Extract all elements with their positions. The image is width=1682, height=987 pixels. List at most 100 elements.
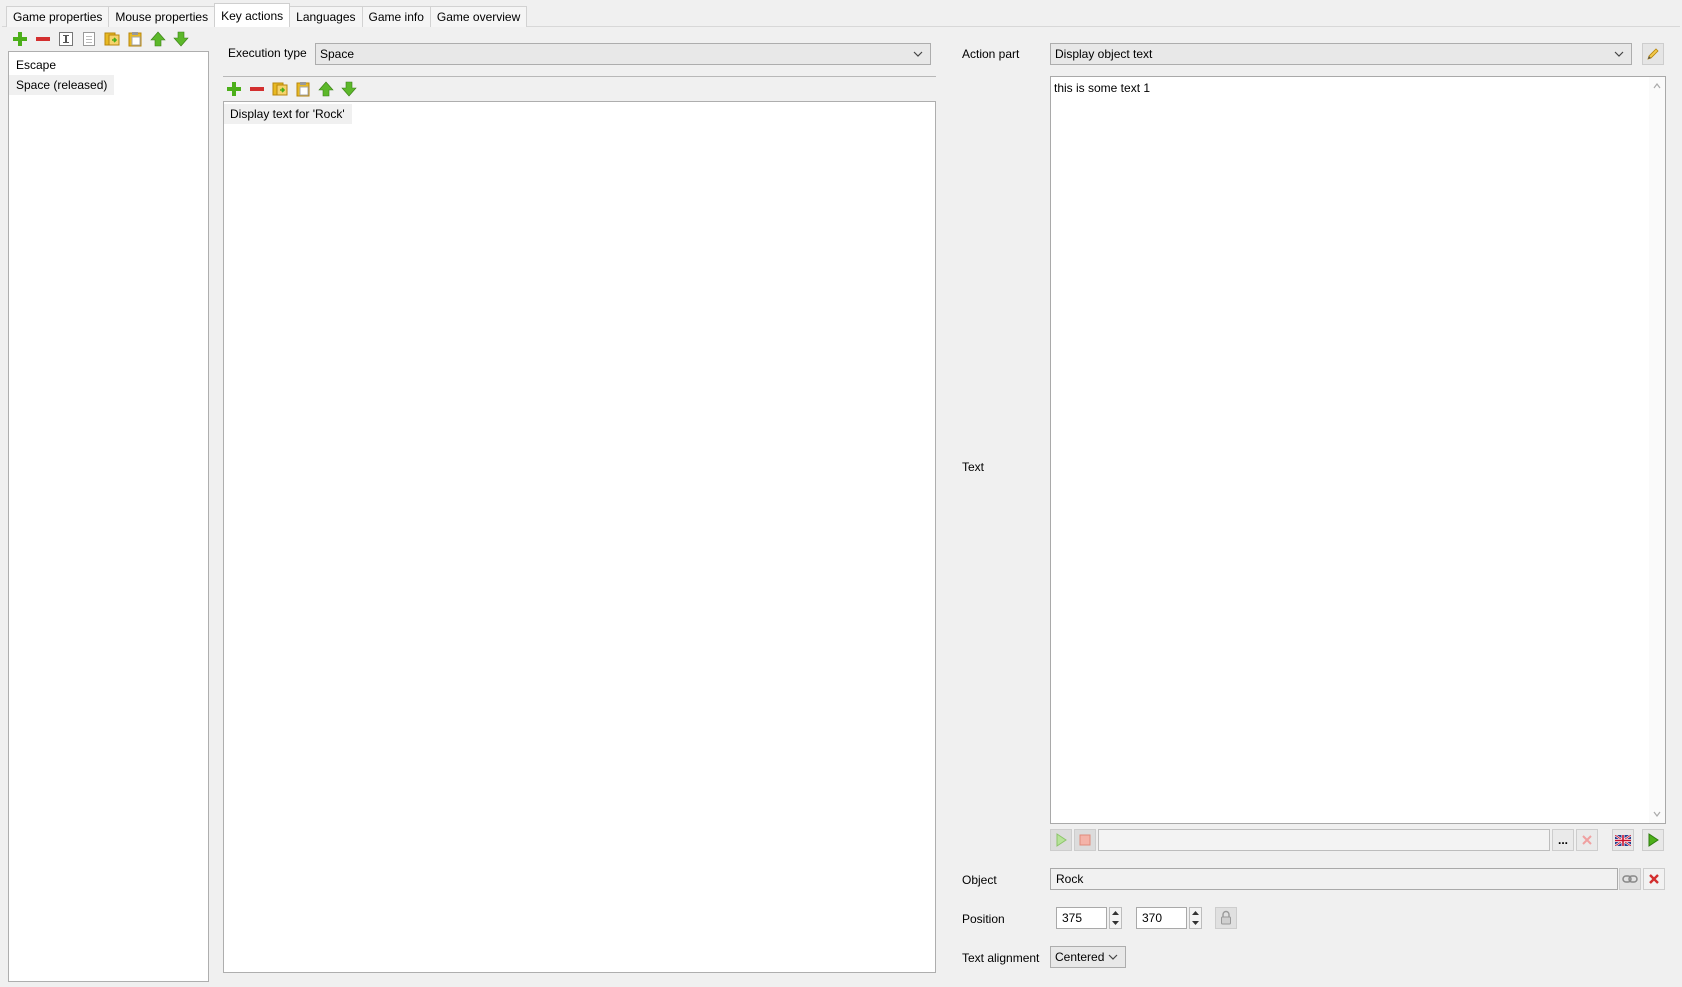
text-area[interactable]: this is some text 1 [1050, 76, 1666, 824]
key-list-toolbar [10, 29, 190, 48]
play-icon [1056, 833, 1067, 847]
position-y-input[interactable]: 370 [1136, 907, 1187, 929]
tab-label: Game properties [13, 10, 103, 24]
edit-action-part-button[interactable] [1642, 43, 1664, 65]
audio-path-input[interactable] [1098, 829, 1550, 851]
rename-key-button[interactable] [56, 29, 75, 48]
decrement-button[interactable] [1110, 918, 1121, 928]
move-action-down-button[interactable] [339, 79, 358, 98]
tab-label: Languages [296, 10, 356, 24]
increment-button[interactable] [1190, 908, 1201, 918]
actions-toolbar [224, 79, 358, 98]
link-icon [1622, 875, 1638, 883]
browse-audio-button[interactable]: ... [1552, 829, 1574, 851]
list-item[interactable]: Escape [9, 55, 63, 75]
text-alignment-label: Text alignment [962, 951, 1040, 965]
position-x-stepper[interactable] [1109, 907, 1122, 929]
paste-icon [128, 31, 141, 46]
action-part-value: Display object text [1055, 47, 1153, 61]
preview-text-button[interactable] [1642, 829, 1664, 851]
lock-icon [1221, 910, 1231, 925]
execution-type-value: Space [320, 47, 355, 61]
list-item[interactable]: Space (released) [9, 75, 115, 95]
tab-label: Game overview [436, 10, 521, 24]
position-label: Position [962, 912, 1005, 926]
key-list[interactable]: Escape Space (released) [8, 51, 209, 982]
triangle-up-icon [1192, 911, 1199, 915]
language-flag-button[interactable] [1612, 829, 1634, 851]
chevron-down-icon [1614, 51, 1624, 57]
text-area-value: this is some text 1 [1054, 81, 1151, 95]
add-action-button[interactable] [224, 79, 243, 98]
play-icon [1648, 833, 1659, 847]
position-x-input[interactable]: 375 [1056, 907, 1107, 929]
decrement-button[interactable] [1190, 918, 1201, 928]
execution-type-select[interactable]: Space [315, 43, 931, 65]
position-y-stepper[interactable] [1189, 907, 1202, 929]
object-input[interactable]: Rock [1050, 868, 1618, 890]
stop-audio-button[interactable] [1074, 829, 1096, 851]
move-key-down-button[interactable] [171, 29, 190, 48]
triangle-up-icon [1112, 911, 1119, 915]
pick-position-button[interactable] [1215, 907, 1237, 929]
tab-game-info[interactable]: Game info [361, 6, 431, 27]
clear-audio-button[interactable] [1576, 829, 1598, 851]
object-label: Object [962, 873, 997, 887]
move-action-up-button[interactable] [316, 79, 335, 98]
copy-icon [104, 32, 119, 45]
paste-icon [296, 81, 309, 96]
tab-mouse-properties[interactable]: Mouse properties [108, 6, 216, 27]
list-item[interactable]: Display text for 'Rock' [224, 104, 352, 124]
play-audio-button[interactable] [1050, 829, 1072, 851]
copy-action-button[interactable] [270, 79, 289, 98]
plus-icon [226, 81, 241, 96]
text-area-scrollbar[interactable] [1649, 77, 1665, 823]
arrow-up-icon [317, 81, 334, 96]
chevron-down-icon [913, 51, 923, 57]
text-label: Text [962, 460, 985, 474]
tab-label: Mouse properties [115, 10, 209, 24]
minus-icon [249, 86, 264, 91]
tab-bar: Game properties Mouse properties Key act… [6, 3, 528, 27]
minus-icon [35, 36, 50, 41]
execution-type-label: Execution type [228, 46, 307, 60]
stop-icon [1079, 834, 1091, 846]
position-x-value: 375 [1062, 911, 1083, 925]
tab-game-overview[interactable]: Game overview [429, 6, 528, 27]
arrow-down-icon [172, 31, 189, 46]
text-alignment-select[interactable]: Centered [1050, 946, 1126, 968]
copy-icon [272, 82, 287, 95]
duplicate-key-button[interactable] [79, 29, 98, 48]
link-object-button[interactable] [1619, 868, 1641, 890]
browse-label: ... [1557, 833, 1568, 847]
paste-key-button[interactable] [125, 29, 144, 48]
actions-list[interactable]: Display text for 'Rock' [223, 101, 936, 973]
add-key-button[interactable] [10, 29, 29, 48]
rename-icon [58, 31, 73, 46]
position-y-value: 370 [1142, 911, 1163, 925]
object-value: Rock [1056, 872, 1084, 886]
tab-key-actions[interactable]: Key actions [214, 3, 291, 27]
uk-flag-icon [1615, 834, 1631, 846]
action-part-select[interactable]: Display object text [1050, 43, 1632, 65]
paste-action-button[interactable] [293, 79, 312, 98]
remove-key-button[interactable] [33, 29, 52, 48]
tab-languages[interactable]: Languages [289, 6, 363, 27]
remove-action-button[interactable] [247, 79, 266, 98]
tab-label: Game info [368, 10, 424, 24]
arrow-down-icon [340, 81, 357, 96]
action-part-label: Action part [962, 47, 1020, 61]
chevron-down-icon [1653, 811, 1661, 817]
divider [223, 76, 936, 77]
clear-object-button[interactable] [1643, 868, 1665, 890]
increment-button[interactable] [1110, 908, 1121, 918]
chevron-up-icon [1653, 83, 1661, 89]
tab-label: Key actions [221, 8, 284, 23]
plus-icon [12, 31, 27, 46]
move-key-up-button[interactable] [148, 29, 167, 48]
duplicate-icon [82, 31, 95, 46]
triangle-down-icon [1112, 921, 1119, 925]
copy-key-button[interactable] [102, 29, 121, 48]
triangle-down-icon [1192, 921, 1199, 925]
tab-game-properties[interactable]: Game properties [6, 6, 110, 27]
